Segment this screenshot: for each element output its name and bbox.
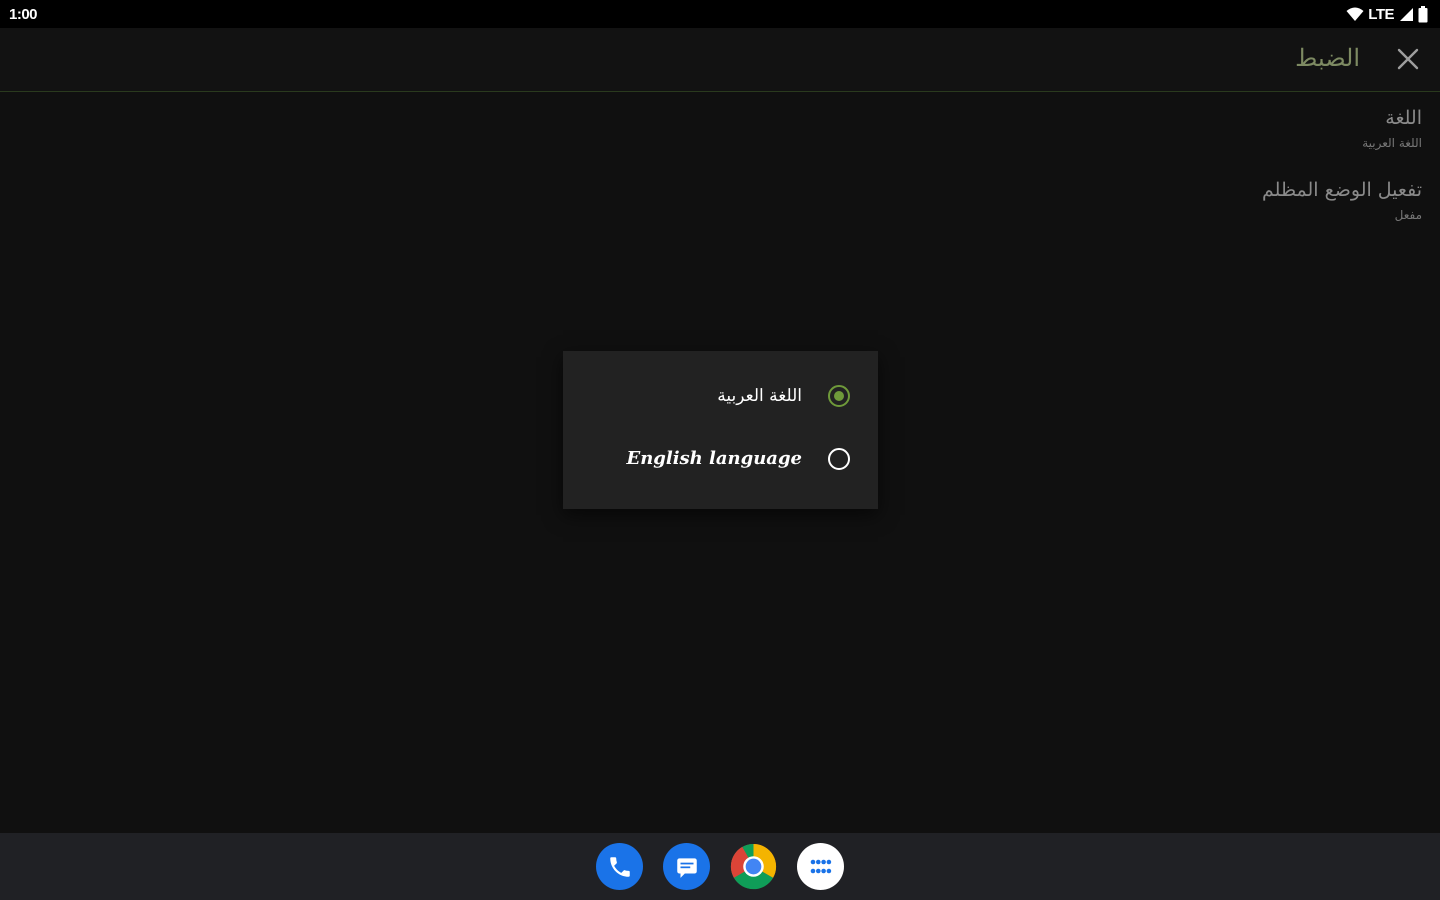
setting-title: اللغة (1385, 107, 1422, 129)
radio-checked-icon[interactable] (828, 384, 850, 407)
setting-title: تفعيل الوضع المظلم (1262, 179, 1422, 201)
radio-dot (834, 390, 844, 401)
status-icons: LTE (1346, 5, 1428, 23)
phone-icon[interactable] (596, 843, 643, 890)
language-setting[interactable]: اللغة اللغة العربية (1002, 100, 1422, 158)
setting-summary: مفعل (1394, 208, 1422, 222)
screen: 1:00 LTE الضبط اللغة اللغة العربية تفعيل (0, 0, 1440, 900)
page-title: الضبط (1295, 44, 1360, 72)
option-label: اللغة العربية (717, 385, 802, 406)
status-bar: 1:00 LTE (0, 0, 1440, 28)
option-arabic[interactable]: اللغة العربية (563, 364, 878, 427)
chrome-icon[interactable] (730, 843, 777, 890)
radio-unchecked-icon[interactable] (828, 447, 850, 470)
app-bar: الضبط (0, 28, 1440, 92)
option-label: English language (626, 448, 802, 469)
close-icon[interactable] (1394, 45, 1422, 73)
messages-icon[interactable] (663, 843, 710, 890)
app-drawer-icon[interactable] (797, 843, 844, 890)
cell-signal-icon (1398, 7, 1414, 22)
setting-summary: اللغة العربية (1362, 136, 1422, 150)
dock (0, 833, 1440, 900)
language-dialog: اللغة العربية English language (563, 351, 878, 509)
battery-icon (1418, 5, 1428, 23)
dark-mode-setting[interactable]: تفعيل الوضع المظلم مفعل (1002, 172, 1422, 230)
status-time: 1:00 (9, 5, 38, 23)
option-english[interactable]: English language (563, 427, 878, 490)
wifi-icon (1346, 7, 1364, 22)
network-type: LTE (1368, 5, 1394, 23)
settings-list: اللغة اللغة العربية تفعيل الوضع المظلم م… (1002, 100, 1422, 230)
